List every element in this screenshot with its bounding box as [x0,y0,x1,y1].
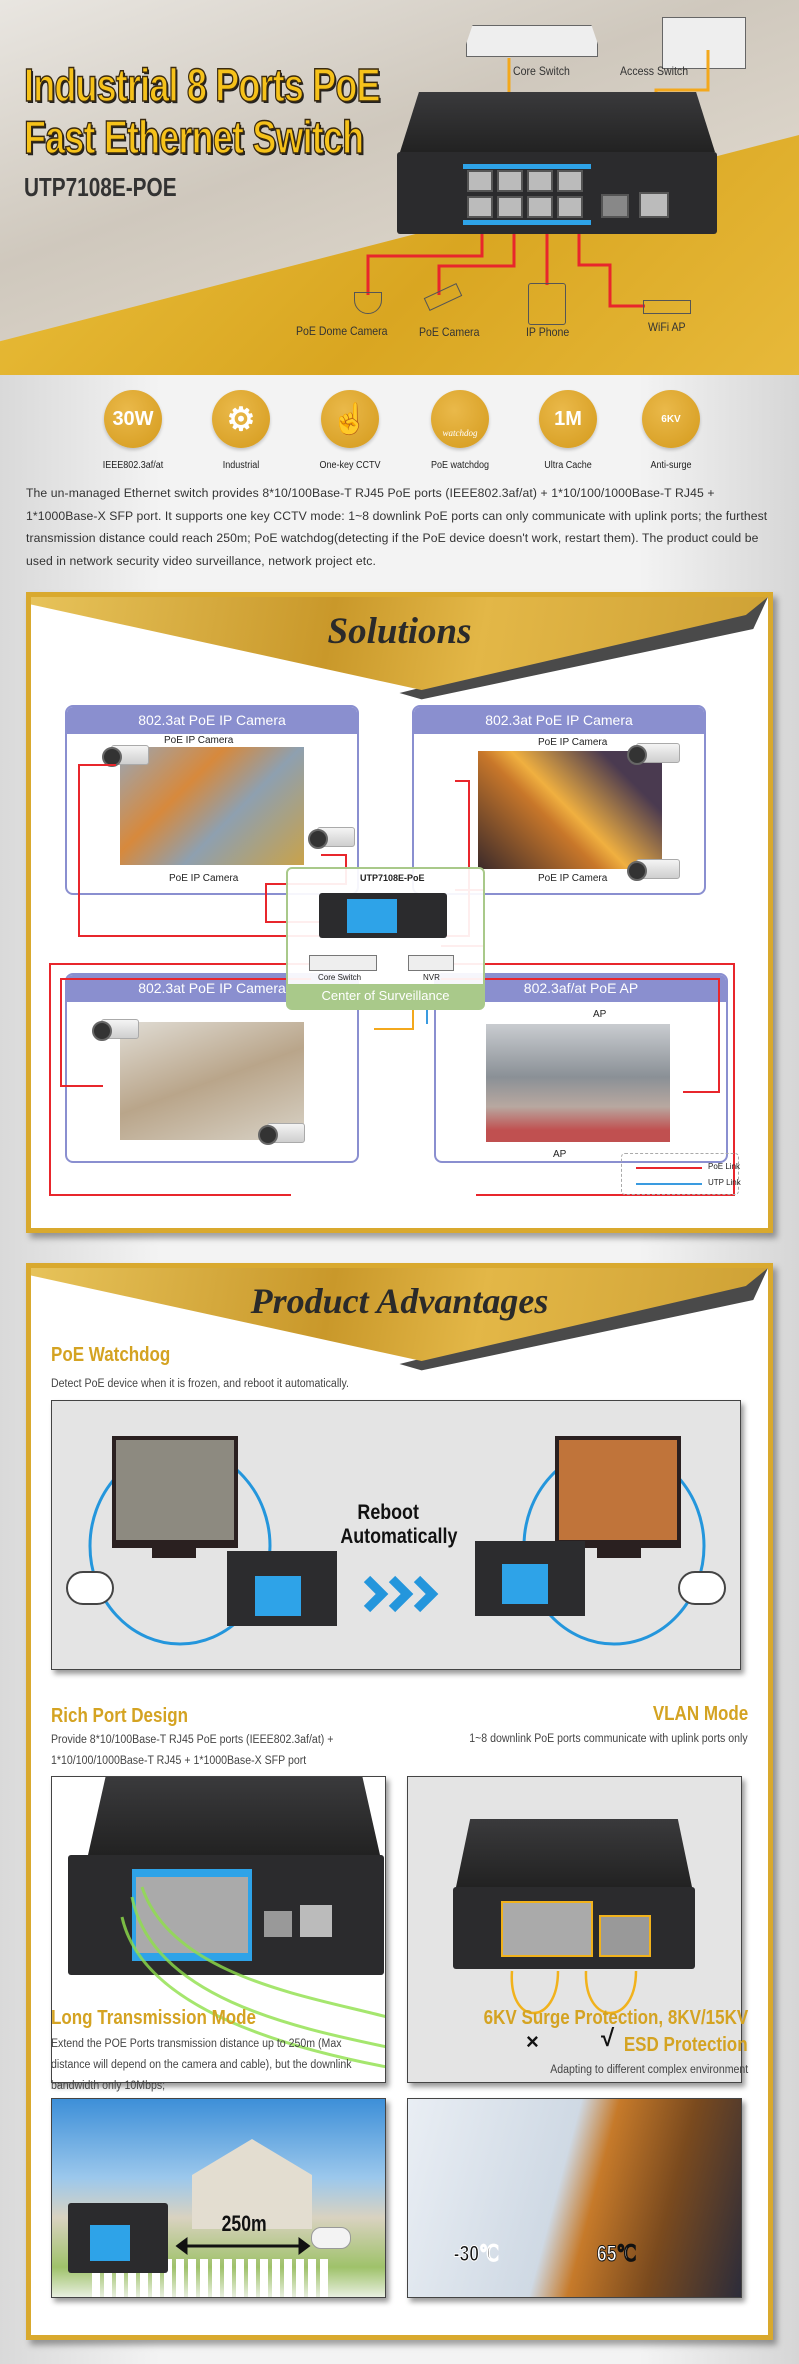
surge-heading: ESD Protection [624,2034,748,2056]
core-switch-icon [309,955,377,971]
cold-temp-label: -30℃ [453,2241,499,2267]
ip-phone-label: IP Phone [526,325,570,339]
surge-image: -30℃ 65℃ [407,2098,742,2298]
long-tx-desc: bandwidth only 10Mbps; [51,2080,166,2092]
dog-icon: watchdog [431,390,489,448]
feature-label: Ultra Cache [544,460,592,471]
watchdog-desc: Detect PoE device when it is frozen, and… [51,1378,349,1390]
dome-camera-label: PoE Dome Camera [296,324,388,338]
vlan-desc: 1~8 downlink PoE ports communicate with … [469,1733,748,1745]
watchdog-heading: PoE Watchdog [51,1344,171,1366]
center-model: UTP7108E-PoE [360,873,425,883]
solutions-panel: Solutions 802.3at PoE IP Camera PoE IP C… [26,592,773,1233]
hero-banner: Industrial 8 Ports PoE Fast Ethernet Swi… [0,0,799,375]
ip-phone-icon [528,283,566,325]
center-title: Center of Surveillance [288,984,483,1008]
product-description: The un-managed Ethernet switch provides … [26,486,768,568]
feature-label: Anti-surge [650,460,692,471]
surge-heading: 6KV Surge Protection, 8KV/15KV [483,2007,748,2029]
core-switch-label: Core Switch [318,973,362,982]
rich-port-desc: Provide 8*10/100Base-T RJ45 PoE ports (I… [51,1734,334,1746]
nvr-label: NVR [423,973,440,982]
wifi-ap-icon [643,300,691,314]
nvr-icon [408,955,454,971]
vlan-heading: VLAN Mode [652,1703,748,1725]
legend-swatch-utp [636,1183,702,1185]
camera-icon [311,2227,351,2249]
cache-icon: 1M [539,390,597,448]
wifi-ap-label: WiFi AP [648,320,686,334]
long-tx-heading: Long Transmission Mode [51,2007,256,2029]
switch-front [397,152,717,234]
watchdog-image: Reboot Automatically [51,1400,741,1670]
reboot-caption: Automatically [340,1525,458,1548]
ap-link [577,225,645,308]
power-icon: 30W [104,390,162,448]
not-allowed-icon: × [526,2029,539,2054]
legend-label: PoE Link [708,1162,741,1171]
center-of-surveillance: UTP7108E-PoE Core Switch NVR Center of S… [286,867,485,1010]
rich-port-desc: 1*10/100/1000Base-T RJ45 + 1*1000Base-X … [51,1755,307,1767]
feature-label: Industrial [222,460,260,471]
camera-icon [678,1571,726,1605]
feature-label: One-key CCTV [319,460,381,471]
surge-desc: Adapting to different complex environmen… [549,2064,748,2076]
poe-camera-label: PoE Camera [419,325,480,339]
switch-top [400,92,715,152]
rich-port-heading: Rich Port Design [51,1705,188,1727]
advantages-title: Product Advantages [250,1281,549,1321]
long-tx-desc: distance will depend on the camera and c… [51,2059,352,2071]
long-tx-image: 250m [51,2098,386,2298]
lightning-cloud-icon: 6KV [642,390,700,448]
legend: PoE Link UTP Link [621,1153,741,1195]
advantages-panel: Product Advantages PoE Watchdog Detect P… [26,1263,773,2340]
switch-image [319,893,447,938]
long-tx-desc: Extend the POE Ports transmission distan… [51,2038,342,2050]
gears-icon: ⚙ [212,390,270,448]
feature-label: PoE watchdog [430,460,490,471]
distance-label: 250m [221,2211,267,2236]
feature-label: IEEE802.3af/at [102,460,164,471]
reboot-caption: Reboot [357,1501,419,1524]
hot-temp-label: 65℃ [596,2241,637,2267]
legend-label: UTP Link [708,1178,741,1187]
dome-camera-link [366,225,484,295]
hand-press-icon: ☝ [321,390,379,448]
camera-icon [66,1571,114,1605]
legend-swatch-poe [636,1167,702,1169]
